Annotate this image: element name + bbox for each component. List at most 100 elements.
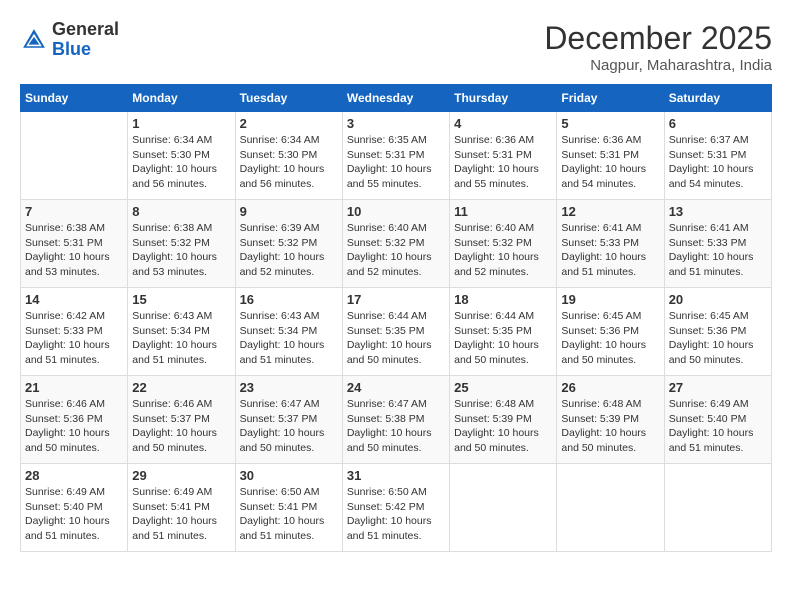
table-row: 27 Sunrise: 6:49 AMSunset: 5:40 PMDayligh… (664, 376, 771, 464)
table-row: 3Sunrise: 6:35 AMSunset: 5:31 PMDaylight… (342, 112, 449, 200)
day-number: 22 (132, 380, 230, 395)
table-row: 6Sunrise: 6:37 AMSunset: 5:31 PMDaylight… (664, 112, 771, 200)
cell-info: Sunrise: 6:49 AMSunset: 5:41 PMDaylight:… (132, 485, 230, 544)
title-block: December 2025 Nagpur, Maharashtra, India (544, 20, 772, 74)
cell-info: Sunrise: 6:44 AMSunset: 5:35 PMDaylight:… (347, 309, 445, 368)
table-row: 15 Sunrise: 6:43 AMSunset: 5:34 PMDayligh… (128, 288, 235, 376)
day-number: 29 (132, 468, 230, 483)
logo-icon (20, 26, 48, 54)
week-row-4: 21Sunrise: 6:46 AMSunset: 5:36 PMDayligh… (21, 376, 772, 464)
cell-info: Sunrise: 6:36 AMSunset: 5:31 PMDaylight:… (454, 133, 552, 192)
col-tuesday: Tuesday (235, 85, 342, 112)
table-row: 4 Sunrise: 6:36 AMSunset: 5:31 PMDaylight… (450, 112, 557, 200)
cell-info: Sunrise: 6:36 AMSunset: 5:31 PMDaylight:… (561, 133, 659, 192)
cell-info: Sunrise: 6:48 AMSunset: 5:39 PMDaylight:… (561, 397, 659, 456)
cell-info: Sunrise: 6:48 AMSunset: 5:39 PMDaylight:… (454, 397, 552, 456)
day-number: 20 (669, 292, 767, 307)
calendar-table: Sunday Monday Tuesday Wednesday Thursday… (20, 84, 772, 552)
cell-info: Sunrise: 6:50 AMSunset: 5:42 PMDaylight:… (347, 485, 445, 544)
table-row: 9Sunrise: 6:39 AMSunset: 5:32 PMDaylight… (235, 200, 342, 288)
table-row: 26Sunrise: 6:48 AMSunset: 5:39 PMDayligh… (557, 376, 664, 464)
table-row (21, 112, 128, 200)
table-row: 22 Sunrise: 6:46 AMSunset: 5:37 PMDayligh… (128, 376, 235, 464)
week-row-2: 7Sunrise: 6:38 AMSunset: 5:31 PMDaylight… (21, 200, 772, 288)
day-number: 16 (240, 292, 338, 307)
week-row-5: 28Sunrise: 6:49 AMSunset: 5:40 PMDayligh… (21, 464, 772, 552)
day-number: 7 (25, 204, 123, 219)
table-row: 5 Sunrise: 6:36 AMSunset: 5:31 PMDaylight… (557, 112, 664, 200)
table-row: 2 Sunrise: 6:34 AMSunset: 5:30 PMDaylight… (235, 112, 342, 200)
table-row: 11 Sunrise: 6:40 AMSunset: 5:32 PMDayligh… (450, 200, 557, 288)
day-number: 27 (669, 380, 767, 395)
cell-info: Sunrise: 6:47 AMSunset: 5:38 PMDaylight:… (347, 397, 445, 456)
cell-info: Sunrise: 6:47 AMSunset: 5:37 PMDaylight:… (240, 397, 338, 456)
day-number: 3 (347, 116, 445, 131)
day-number: 31 (347, 468, 445, 483)
cell-info: Sunrise: 6:37 AMSunset: 5:31 PMDaylight:… (669, 133, 767, 192)
cell-info: Sunrise: 6:46 AMSunset: 5:37 PMDaylight:… (132, 397, 230, 456)
cell-info: Sunrise: 6:39 AMSunset: 5:32 PMDaylight:… (240, 221, 338, 280)
cell-info: Sunrise: 6:42 AMSunset: 5:33 PMDaylight:… (25, 309, 123, 368)
col-wednesday: Wednesday (342, 85, 449, 112)
cell-info: Sunrise: 6:41 AMSunset: 5:33 PMDaylight:… (669, 221, 767, 280)
day-number: 24 (347, 380, 445, 395)
cell-info: Sunrise: 6:49 AMSunset: 5:40 PMDaylight:… (669, 397, 767, 456)
day-number: 14 (25, 292, 123, 307)
location: Nagpur, Maharashtra, India (544, 57, 772, 74)
cell-info: Sunrise: 6:43 AMSunset: 5:34 PMDaylight:… (132, 309, 230, 368)
logo-blue: Blue (52, 40, 119, 60)
table-row: 25 Sunrise: 6:48 AMSunset: 5:39 PMDayligh… (450, 376, 557, 464)
cell-info: Sunrise: 6:34 AMSunset: 5:30 PMDaylight:… (132, 133, 230, 192)
table-row: 13Sunrise: 6:41 AMSunset: 5:33 PMDayligh… (664, 200, 771, 288)
day-number: 5 (561, 116, 659, 131)
table-row: 29 Sunrise: 6:49 AMSunset: 5:41 PMDayligh… (128, 464, 235, 552)
cell-info: Sunrise: 6:41 AMSunset: 5:33 PMDaylight:… (561, 221, 659, 280)
col-sunday: Sunday (21, 85, 128, 112)
table-row: 24 Sunrise: 6:47 AMSunset: 5:38 PMDayligh… (342, 376, 449, 464)
col-friday: Friday (557, 85, 664, 112)
day-number: 17 (347, 292, 445, 307)
table-row (557, 464, 664, 552)
cell-info: Sunrise: 6:34 AMSunset: 5:30 PMDaylight:… (240, 133, 338, 192)
week-row-3: 14 Sunrise: 6:42 AMSunset: 5:33 PMDayligh… (21, 288, 772, 376)
day-number: 28 (25, 468, 123, 483)
cell-info: Sunrise: 6:44 AMSunset: 5:35 PMDaylight:… (454, 309, 552, 368)
col-saturday: Saturday (664, 85, 771, 112)
table-row: 17 Sunrise: 6:44 AMSunset: 5:35 PMDayligh… (342, 288, 449, 376)
table-row: 21Sunrise: 6:46 AMSunset: 5:36 PMDayligh… (21, 376, 128, 464)
day-number: 2 (240, 116, 338, 131)
day-number: 8 (132, 204, 230, 219)
week-row-1: 1 Sunrise: 6:34 AMSunset: 5:30 PMDaylight… (21, 112, 772, 200)
day-number: 23 (240, 380, 338, 395)
table-row: 16Sunrise: 6:43 AMSunset: 5:34 PMDayligh… (235, 288, 342, 376)
table-row: 8 Sunrise: 6:38 AMSunset: 5:32 PMDaylight… (128, 200, 235, 288)
table-row: 19Sunrise: 6:45 AMSunset: 5:36 PMDayligh… (557, 288, 664, 376)
days-header-row: Sunday Monday Tuesday Wednesday Thursday… (21, 85, 772, 112)
page-header: General Blue December 2025 Nagpur, Mahar… (20, 20, 772, 74)
table-row: 31 Sunrise: 6:50 AMSunset: 5:42 PMDayligh… (342, 464, 449, 552)
cell-info: Sunrise: 6:46 AMSunset: 5:36 PMDaylight:… (25, 397, 123, 456)
cell-info: Sunrise: 6:38 AMSunset: 5:32 PMDaylight:… (132, 221, 230, 280)
day-number: 15 (132, 292, 230, 307)
cell-info: Sunrise: 6:40 AMSunset: 5:32 PMDaylight:… (454, 221, 552, 280)
cell-info: Sunrise: 6:50 AMSunset: 5:41 PMDaylight:… (240, 485, 338, 544)
day-number: 4 (454, 116, 552, 131)
table-row: 30Sunrise: 6:50 AMSunset: 5:41 PMDayligh… (235, 464, 342, 552)
logo-text: General Blue (52, 20, 119, 60)
table-row: 28Sunrise: 6:49 AMSunset: 5:40 PMDayligh… (21, 464, 128, 552)
table-row: 18Sunrise: 6:44 AMSunset: 5:35 PMDayligh… (450, 288, 557, 376)
logo-general: General (52, 20, 119, 40)
logo: General Blue (20, 20, 119, 60)
table-row (450, 464, 557, 552)
cell-info: Sunrise: 6:40 AMSunset: 5:32 PMDaylight:… (347, 221, 445, 280)
day-number: 10 (347, 204, 445, 219)
col-thursday: Thursday (450, 85, 557, 112)
table-row: 7Sunrise: 6:38 AMSunset: 5:31 PMDaylight… (21, 200, 128, 288)
table-row: 1 Sunrise: 6:34 AMSunset: 5:30 PMDaylight… (128, 112, 235, 200)
day-number: 11 (454, 204, 552, 219)
table-row: 20Sunrise: 6:45 AMSunset: 5:36 PMDayligh… (664, 288, 771, 376)
day-number: 1 (132, 116, 230, 131)
table-row: 12 Sunrise: 6:41 AMSunset: 5:33 PMDayligh… (557, 200, 664, 288)
day-number: 25 (454, 380, 552, 395)
day-number: 12 (561, 204, 659, 219)
